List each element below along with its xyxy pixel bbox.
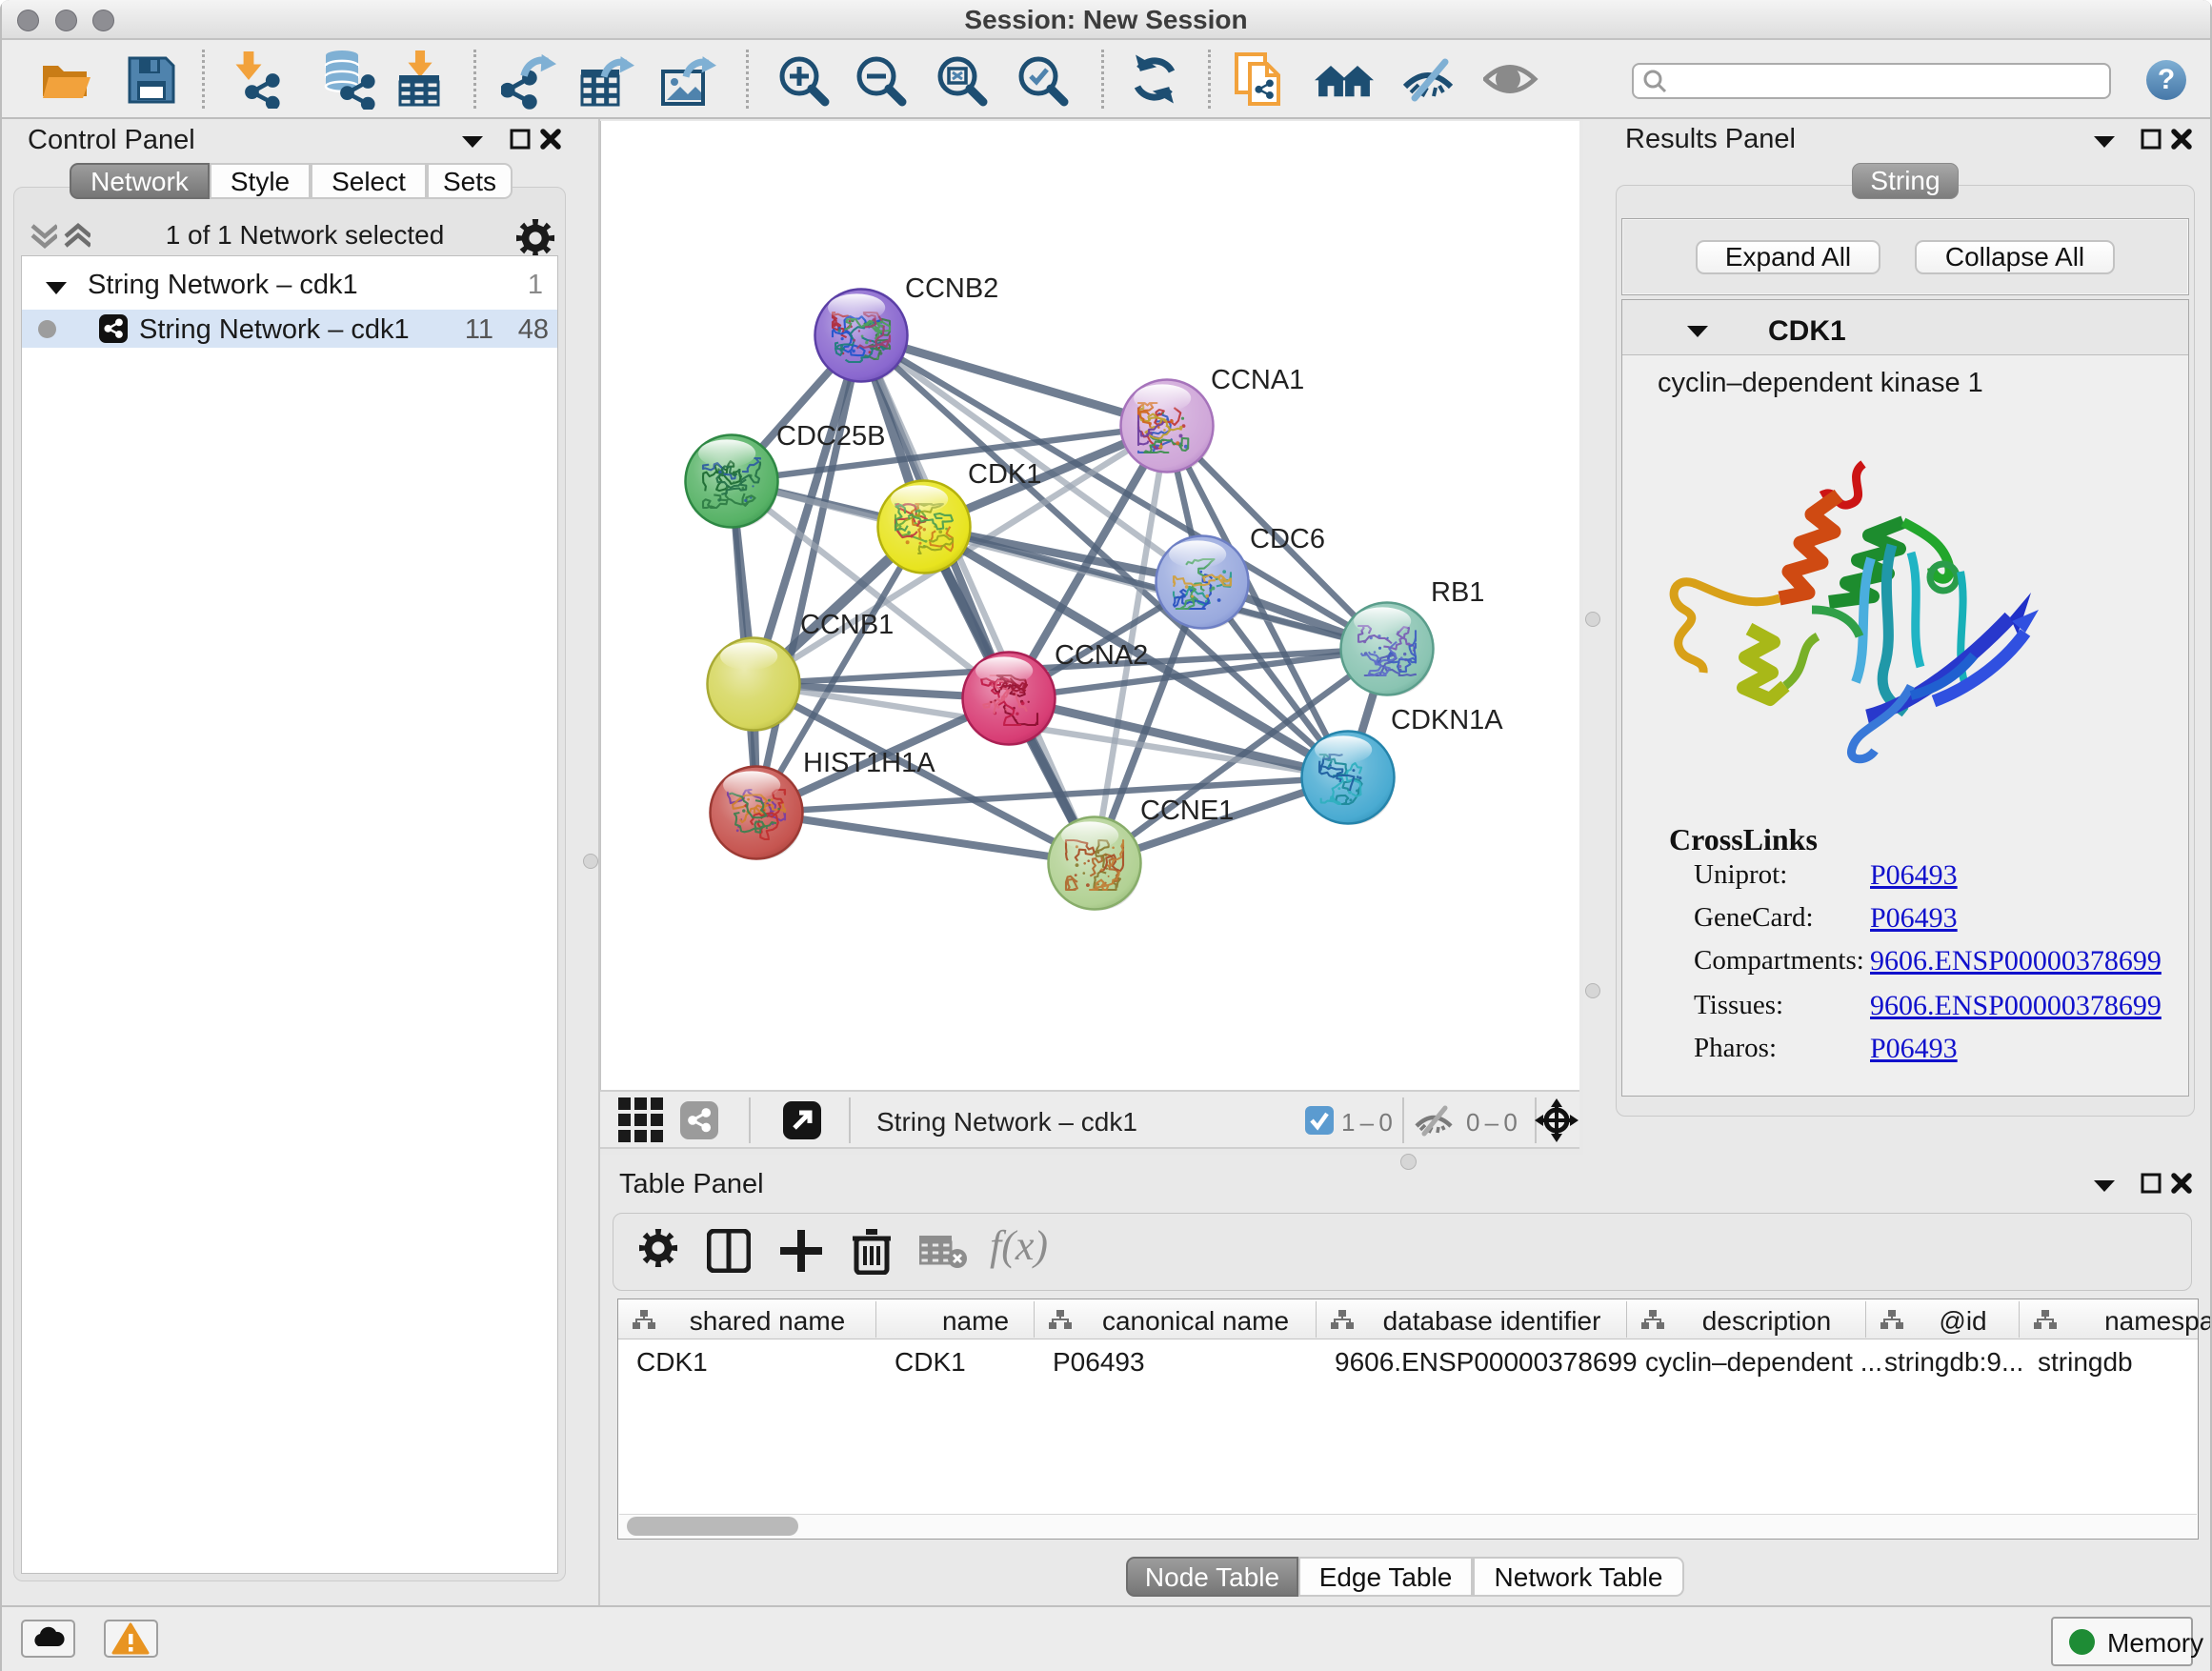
- svg-text:CCNB1: CCNB1: [800, 610, 894, 640]
- svg-text:CDKN1A: CDKN1A: [1391, 705, 1503, 735]
- svg-text:CDK1: CDK1: [968, 459, 1041, 490]
- svg-text:CCNA2: CCNA2: [1055, 640, 1148, 671]
- svg-text:CCNE1: CCNE1: [1140, 795, 1234, 826]
- svg-text:CDC25B: CDC25B: [776, 421, 885, 452]
- svg-text:CCNA1: CCNA1: [1211, 365, 1304, 395]
- svg-text:RB1: RB1: [1431, 577, 1484, 608]
- svg-text:CCNB2: CCNB2: [905, 273, 998, 304]
- svg-text:CDC6: CDC6: [1250, 524, 1325, 554]
- svg-text:HIST1H1A: HIST1H1A: [803, 748, 935, 778]
